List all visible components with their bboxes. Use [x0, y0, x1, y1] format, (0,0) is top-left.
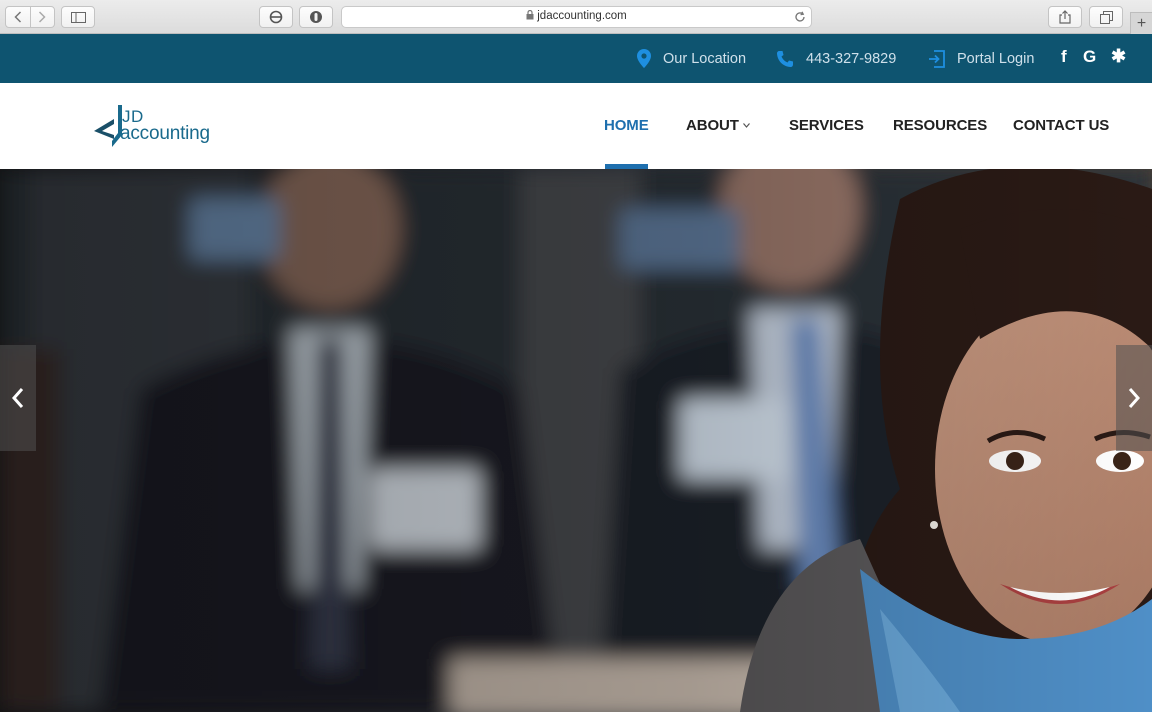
reload-icon[interactable]: [794, 11, 806, 23]
new-tab-button[interactable]: +: [1130, 12, 1152, 34]
privacy-extension-button[interactable]: [299, 6, 333, 28]
browser-toolbar: jdaccounting.com +: [0, 0, 1152, 34]
lock-icon: [526, 10, 534, 20]
map-pin-icon: [637, 49, 651, 68]
hero-slider: [0, 169, 1152, 712]
chevron-right-icon: [38, 11, 46, 23]
chevron-left-icon: [14, 11, 22, 23]
nav-about[interactable]: ABOUT: [686, 117, 750, 134]
nav-about-label: ABOUT: [686, 117, 739, 134]
google-icon[interactable]: G: [1083, 47, 1096, 67]
slider-prev-button[interactable]: [0, 345, 36, 451]
chevron-right-icon: [1128, 388, 1141, 408]
nav-home[interactable]: HOME: [604, 117, 649, 134]
location-label: Our Location: [663, 50, 747, 67]
plus-icon: +: [1136, 14, 1147, 32]
forward-button[interactable]: [30, 7, 54, 27]
history-nav-buttons: [5, 6, 55, 28]
nav-services[interactable]: SERVICES: [789, 117, 864, 134]
e-extension-icon: [269, 10, 283, 24]
login-icon: [929, 49, 945, 68]
phone-label: 443-327-9829: [806, 50, 897, 67]
chevron-left-icon: [11, 388, 24, 408]
facebook-icon[interactable]: f: [1061, 47, 1067, 67]
phone-link[interactable]: 443-327-9829: [776, 34, 896, 83]
chevron-down-icon: [742, 123, 750, 128]
share-button[interactable]: [1048, 6, 1082, 28]
yelp-icon[interactable]: ✱: [1111, 46, 1126, 67]
back-button[interactable]: [6, 7, 30, 27]
logo-text-accounting: accounting: [120, 123, 210, 144]
tabs-overview-button[interactable]: [1089, 6, 1123, 28]
url-text: jdaccounting.com: [537, 10, 627, 22]
portal-label: Portal Login: [957, 50, 1035, 67]
tabs-icon: [1099, 10, 1113, 24]
site-logo[interactable]: JD accounting: [92, 103, 232, 153]
portal-login-link[interactable]: Portal Login: [928, 34, 1034, 83]
sidebar-toggle-button[interactable]: [61, 6, 95, 28]
nav-resources[interactable]: RESOURCES: [893, 117, 987, 134]
extension-button[interactable]: [259, 6, 293, 28]
location-link[interactable]: Our Location: [637, 34, 746, 83]
shield-extension-icon: [310, 11, 322, 23]
hero-image: [0, 169, 1152, 712]
nav-contact[interactable]: CONTACT US: [1013, 117, 1109, 134]
page-bottom-edge: [0, 712, 1152, 720]
phone-icon: [777, 50, 793, 67]
share-icon: [1059, 10, 1071, 24]
sidebar-icon: [70, 11, 86, 23]
main-nav: JD accounting HOME ABOUT SERVICES RESOUR…: [0, 83, 1152, 169]
address-bar[interactable]: jdaccounting.com: [341, 6, 812, 28]
slider-next-button[interactable]: [1116, 345, 1152, 451]
top-info-bar: Our Location 443-327-9829 Portal Login f…: [0, 34, 1152, 83]
